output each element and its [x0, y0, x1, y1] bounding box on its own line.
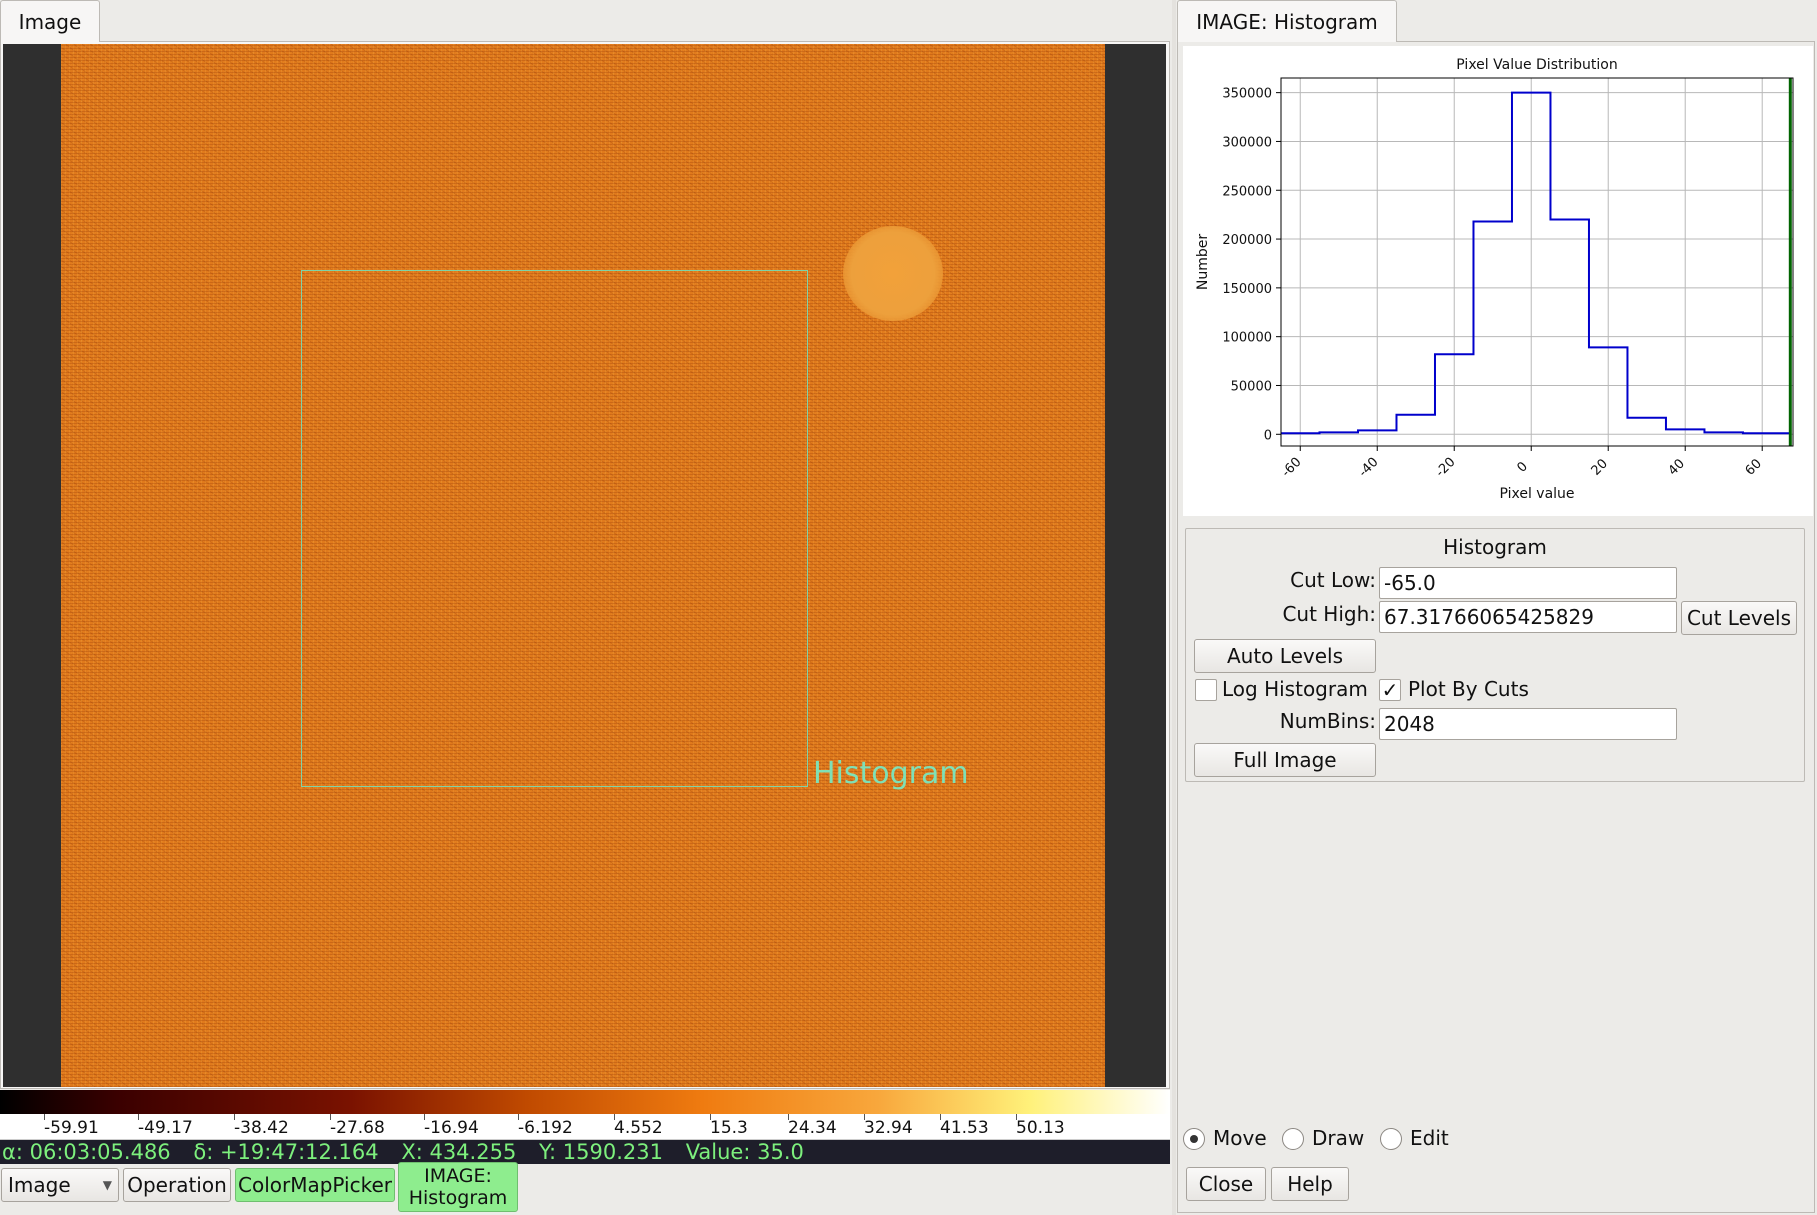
- cut-levels-button-label: Cut Levels: [1686, 606, 1792, 630]
- y-tick-label: 300000: [1222, 135, 1272, 150]
- colorbar-tick-label: -38.42: [234, 1114, 289, 1138]
- histogram-region-label: Histogram: [813, 756, 969, 791]
- colorbar-tick-label: -6.192: [518, 1114, 573, 1138]
- fits-image[interactable]: Histogram: [61, 44, 1105, 1087]
- colorbar-tick-label: -49.17: [138, 1114, 193, 1138]
- full-image-button[interactable]: Full Image: [1194, 743, 1376, 777]
- x-tick-label: -40: [1356, 455, 1382, 481]
- close-button-label: Close: [1198, 1172, 1254, 1196]
- colorbar-tick-label: -27.68: [330, 1114, 385, 1138]
- image-select-value: Image: [8, 1173, 71, 1197]
- help-button-label: Help: [1287, 1172, 1333, 1196]
- tab-image[interactable]: Image: [0, 0, 100, 42]
- colorbar-tick-label: 15.3: [710, 1114, 748, 1138]
- readout-x: X: 434.255: [401, 1140, 517, 1164]
- help-button[interactable]: Help: [1271, 1167, 1349, 1201]
- check-icon: ✓: [1381, 678, 1399, 702]
- histogram-plugin-button-line2: Histogram: [408, 1187, 508, 1209]
- log-histogram-checkbox[interactable]: [1195, 679, 1217, 701]
- readout-dec: δ: +19:47:12.164: [193, 1140, 379, 1164]
- tab-image-histogram-label: IMAGE: Histogram: [1196, 9, 1378, 34]
- x-tick-label: 40: [1666, 456, 1688, 478]
- histogram-region-box[interactable]: [301, 270, 808, 787]
- mode-edit-radio[interactable]: [1380, 1128, 1402, 1150]
- histogram-controls: Histogram Cut Low: -65.0 Cut High: 67.31…: [1185, 528, 1805, 782]
- full-image-button-label: Full Image: [1233, 748, 1337, 772]
- colorbar-tick-label: 50.13: [1016, 1114, 1065, 1138]
- y-tick-label: 100000: [1222, 331, 1272, 346]
- colormappicker-button[interactable]: ColorMapPicker: [235, 1168, 395, 1202]
- x-tick-label: -60: [1279, 455, 1305, 481]
- colorbar-ticks: -59.91 -49.17 -38.42 -27.68 -16.94 -6.192 4.55…: [0, 1114, 1170, 1140]
- mode-move-radio[interactable]: [1183, 1128, 1205, 1150]
- histogram-series-line: [1281, 91, 1791, 435]
- y-tick-label: 200000: [1222, 233, 1272, 248]
- y-tick-label: 50000: [1231, 379, 1272, 394]
- log-histogram-label: Log Histogram: [1222, 677, 1368, 701]
- y-tick-label: 250000: [1222, 184, 1272, 199]
- histogram-controls-title: Histogram: [1443, 535, 1547, 559]
- x-tick-label: 60: [1743, 456, 1765, 478]
- close-button[interactable]: Close: [1186, 1167, 1266, 1201]
- x-tick-label: -20: [1433, 455, 1459, 481]
- cut-low-input[interactable]: -65.0: [1379, 567, 1677, 599]
- image-select[interactable]: Image ▼: [1, 1168, 119, 1202]
- chevron-down-icon: ▼: [102, 1178, 112, 1192]
- y-tick-label: 0: [1264, 428, 1272, 443]
- auto-levels-button-label: Auto Levels: [1226, 644, 1343, 668]
- pane-splitter[interactable]: [1172, 0, 1176, 1215]
- cut-low-label: Cut Low:: [1290, 568, 1376, 592]
- cursor-readout: α: 06:03:05.486 δ: +19:47:12.164 X: 434.…: [0, 1140, 1170, 1164]
- auto-levels-button[interactable]: Auto Levels: [1194, 639, 1376, 673]
- colorbar[interactable]: [0, 1090, 1170, 1114]
- readout-ra: α: 06:03:05.486: [2, 1140, 171, 1164]
- x-tick-label: 20: [1589, 456, 1611, 478]
- y-tick-label: 150000: [1222, 282, 1272, 297]
- numbins-label: NumBins:: [1279, 709, 1376, 733]
- histogram-chart: -60 -40 -20 0 20 40 60 0 50000 100000 150000 200000…: [1195, 57, 1794, 502]
- operation-button-label: Operation: [127, 1173, 227, 1197]
- tab-image-histogram[interactable]: IMAGE: Histogram: [1177, 0, 1397, 42]
- colorbar-tick-label: 32.94: [864, 1114, 913, 1138]
- histogram-plot[interactable]: -60 -40 -20 0 20 40 60 0 50000 100000 150000 200000…: [1183, 46, 1813, 516]
- mode-draw-label: Draw: [1312, 1126, 1365, 1150]
- y-axis-label: Number: [1195, 234, 1211, 290]
- plot-by-cuts-label: Plot By Cuts: [1408, 677, 1529, 701]
- colorbar-tick-label: 41.53: [940, 1114, 989, 1138]
- colorbar-tick-label: -16.94: [424, 1114, 479, 1138]
- cut-high-label: Cut High:: [1282, 602, 1376, 626]
- mode-edit-label: Edit: [1410, 1126, 1449, 1150]
- colorbar-tick-label: 24.34: [788, 1114, 837, 1138]
- plot-by-cuts-checkbox[interactable]: ✓: [1379, 679, 1401, 701]
- cut-high-input[interactable]: 67.31766065425829: [1379, 601, 1677, 633]
- colorbar-tick-label: 4.552: [614, 1114, 663, 1138]
- cut-levels-button[interactable]: Cut Levels: [1681, 601, 1797, 635]
- histogram-plugin-button[interactable]: IMAGE: Histogram: [398, 1162, 518, 1212]
- x-tick-label: 0: [1515, 459, 1531, 475]
- chart-title: Pixel Value Distribution: [1456, 57, 1617, 73]
- mode-move-label: Move: [1213, 1126, 1267, 1150]
- mode-draw-radio[interactable]: [1282, 1128, 1304, 1150]
- image-viewer[interactable]: Histogram: [3, 44, 1166, 1087]
- x-axis-label: Pixel value: [1499, 486, 1574, 502]
- colormappicker-button-label: ColorMapPicker: [238, 1173, 392, 1197]
- colorbar-tick-label: -59.91: [44, 1114, 99, 1138]
- readout-y: Y: 1590.231: [539, 1140, 663, 1164]
- readout-value: Value: 35.0: [685, 1140, 804, 1164]
- y-tick-label: 350000: [1222, 87, 1272, 102]
- histogram-plugin-button-line1: IMAGE:: [424, 1165, 492, 1187]
- numbins-input[interactable]: 2048: [1379, 708, 1677, 740]
- tab-image-label: Image: [18, 9, 82, 34]
- operation-button[interactable]: Operation: [123, 1168, 231, 1202]
- plot-frame: [1280, 77, 1794, 447]
- bright-source: [843, 226, 943, 321]
